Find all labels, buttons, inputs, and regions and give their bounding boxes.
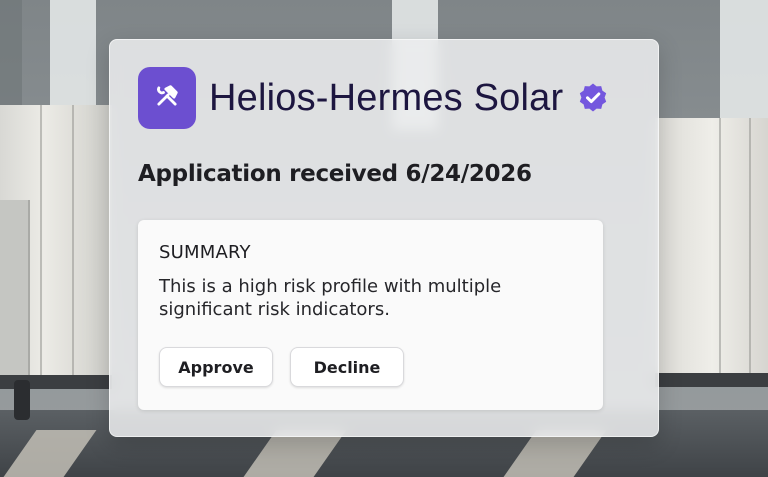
summary-panel: SUMMARY This is a high risk profile with… xyxy=(138,220,603,410)
verified-badge-icon xyxy=(577,82,609,114)
company-header: Helios-Hermes Solar xyxy=(138,67,609,129)
trailer-left-door xyxy=(0,200,30,375)
application-received-date: Application received 6/24/2026 xyxy=(138,161,532,187)
decline-button[interactable]: Decline xyxy=(290,347,404,387)
wall-panel xyxy=(720,0,768,130)
trailer-underside xyxy=(655,373,768,387)
trailer-right xyxy=(655,118,768,373)
summary-text: This is a high risk profile with multipl… xyxy=(159,276,502,320)
application-card: Helios-Hermes Solar Application received… xyxy=(109,39,659,437)
hammer-wrench-icon xyxy=(153,82,181,115)
approve-button[interactable]: Approve xyxy=(159,347,273,387)
company-logo xyxy=(138,67,196,129)
summary-heading: SUMMARY xyxy=(159,242,251,263)
trailer-wheel xyxy=(14,380,30,420)
company-name: Helios-Hermes Solar xyxy=(209,76,564,119)
